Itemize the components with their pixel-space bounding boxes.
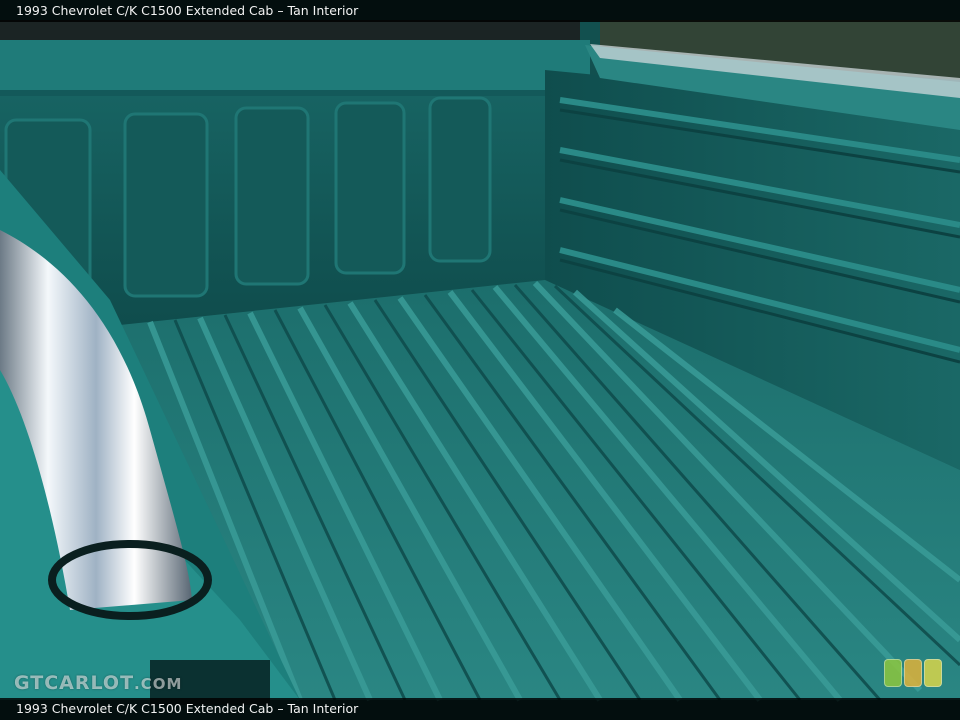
color-swatch-amber [904,659,922,687]
truck-bed-photo [0,0,960,720]
watermark-suffix: .COM [134,675,183,693]
color-swatch-yellow [924,659,942,687]
color-swatches [884,659,942,687]
watermark-text: GTCARLOT [14,672,135,694]
color-swatch-green [884,659,902,687]
caption-top: 1993 Chevrolet C/K C1500 Extended Cab – … [0,0,960,22]
caption-bottom: 1993 Chevrolet C/K C1500 Extended Cab – … [0,698,960,720]
gtcarlot-logo: GTCARLOT.COM [14,672,182,694]
